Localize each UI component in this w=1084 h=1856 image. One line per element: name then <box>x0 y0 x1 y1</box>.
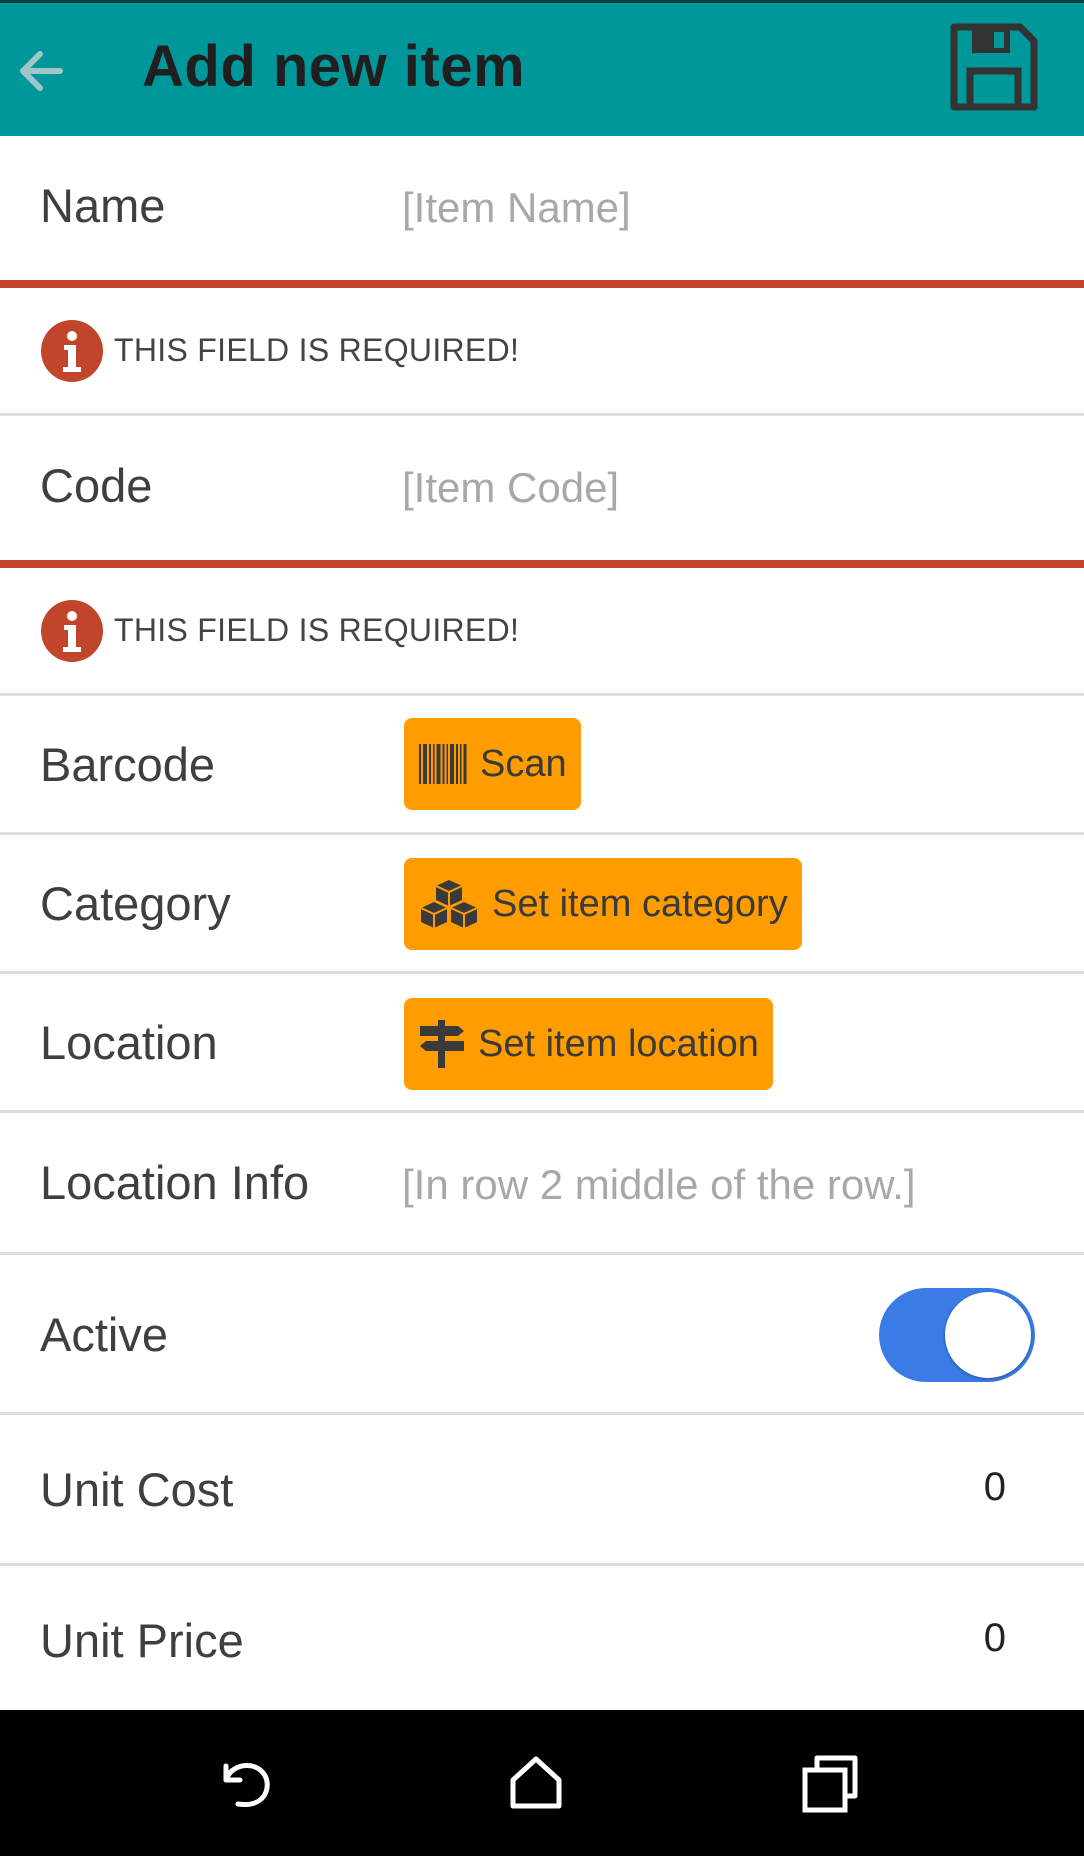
location-info-input[interactable] <box>402 1155 1054 1215</box>
scan-button-label: Scan <box>480 742 567 785</box>
name-error-bar <box>0 280 1084 288</box>
category-row: Category Set item category <box>0 835 1084 974</box>
unit-cost-row: Unit Cost 0 <box>0 1415 1084 1566</box>
active-toggle[interactable] <box>879 1288 1035 1382</box>
unit-price-value[interactable]: 0 <box>984 1616 1006 1661</box>
floppy-disk-icon[interactable] <box>948 21 1040 113</box>
code-error-bar <box>0 560 1084 568</box>
set-category-button[interactable]: Set item category <box>404 858 802 950</box>
code-label: Code <box>40 459 153 512</box>
name-error-text: THIS FIELD IS REQUIRED! <box>114 332 520 368</box>
location-info-row: Location Info <box>0 1113 1084 1255</box>
code-error-row: THIS FIELD IS REQUIRED! <box>0 560 1084 696</box>
name-label: Name <box>40 179 166 232</box>
name-row: Name <box>0 136 1084 280</box>
code-error-text: THIS FIELD IS REQUIRED! <box>114 612 520 648</box>
unit-cost-label: Unit Cost <box>40 1463 234 1516</box>
name-input[interactable] <box>402 178 1054 238</box>
cubes-icon <box>420 880 478 928</box>
app-bar: Add new item <box>0 0 1084 136</box>
nav-back-icon[interactable] <box>212 1750 278 1816</box>
code-row: Code <box>0 416 1084 560</box>
info-icon <box>41 600 103 662</box>
info-icon <box>41 320 103 382</box>
nav-recents-icon[interactable] <box>797 1750 863 1816</box>
system-nav-bar <box>0 1710 1084 1856</box>
barcode-icon <box>419 744 467 784</box>
code-input[interactable] <box>402 458 1054 518</box>
location-row: Location Set item location <box>0 974 1084 1113</box>
set-location-button[interactable]: Set item location <box>404 998 773 1090</box>
scan-button[interactable]: Scan <box>404 718 581 810</box>
barcode-label: Barcode <box>40 738 216 791</box>
location-info-label: Location Info <box>40 1156 310 1209</box>
toggle-knob <box>945 1292 1031 1378</box>
active-row: Active <box>0 1255 1084 1415</box>
signpost-icon <box>420 1020 464 1068</box>
form: Name THIS FIELD IS REQUIRED! Code THIS F… <box>0 136 1084 1710</box>
arrow-left-icon[interactable] <box>10 41 70 101</box>
location-label: Location <box>40 1016 218 1069</box>
unit-price-label: Unit Price <box>40 1614 244 1667</box>
set-location-label: Set item location <box>478 1022 759 1065</box>
active-label: Active <box>40 1308 168 1361</box>
unit-price-row: Unit Price 0 <box>0 1566 1084 1710</box>
set-category-label: Set item category <box>492 882 788 925</box>
page-title: Add new item <box>142 34 526 99</box>
category-label: Category <box>40 877 231 930</box>
unit-cost-value[interactable]: 0 <box>984 1465 1006 1510</box>
nav-home-icon[interactable] <box>503 1750 569 1816</box>
name-error-row: THIS FIELD IS REQUIRED! <box>0 280 1084 416</box>
barcode-row: Barcode Scan <box>0 696 1084 835</box>
